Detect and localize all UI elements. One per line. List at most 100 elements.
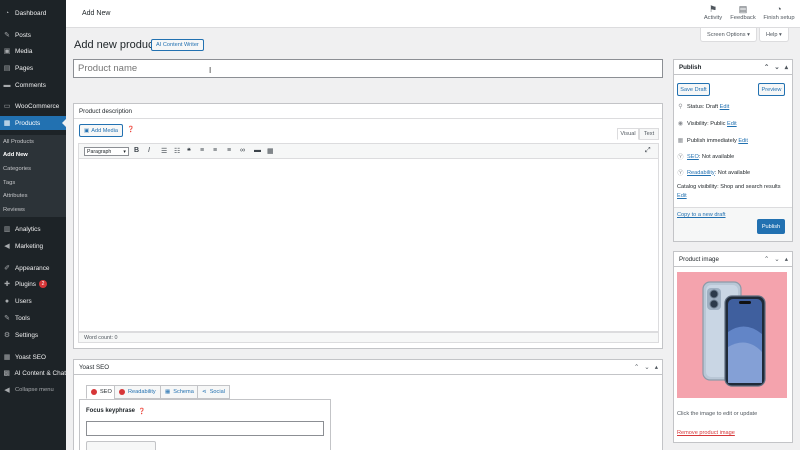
sidebar-item-plugins[interactable]: ✚ Plugins 2 [0, 277, 66, 291]
progress-ring-icon: ◔ [776, 4, 782, 14]
tab-seo[interactable]: SEO [86, 385, 117, 399]
sidebar-item-products[interactable]: ▦ Products [0, 116, 66, 130]
catalog-visibility-label: Catalog visibility: Shop and search resu… [677, 184, 781, 190]
feedback-button[interactable]: ▤ Feedback [728, 4, 758, 21]
sidebar-item-dashboard[interactable]: ◔ Dashboard [0, 6, 66, 20]
align-center-icon[interactable]: ≡ [213, 147, 217, 154]
readability-row: Ⓨ Readability: Not available [677, 169, 751, 178]
sidebar-item-tools[interactable]: ✎ Tools [0, 311, 66, 325]
help-button[interactable]: Help ▾ [759, 28, 789, 42]
sidebar-item-posts[interactable]: ✎ Posts [0, 28, 66, 42]
description-editor[interactable] [78, 159, 659, 332]
align-right-icon[interactable]: ≡ [227, 147, 231, 154]
visibility-row: ◉ Visibility: Public Edit [677, 120, 737, 128]
woocommerce-icon: ▭ [3, 103, 11, 110]
tab-schema[interactable]: ▦ Schema [160, 385, 199, 399]
sidebar-item-pages[interactable]: ▤ Pages [0, 61, 66, 75]
sidebar-item-woocommerce[interactable]: ▭ WooCommerce [0, 99, 66, 113]
align-left-icon[interactable]: ≡ [200, 147, 204, 154]
tab-social[interactable]: ⋖ Social [197, 385, 230, 399]
pin-icon: ⚲ [678, 104, 683, 110]
format-select[interactable]: Paragraph ▾ [84, 147, 129, 156]
tab-text[interactable]: Text [639, 128, 659, 140]
sidebar-item-marketing[interactable]: ◀ Marketing [0, 239, 66, 253]
bullet-list-icon[interactable]: ☰ [161, 147, 167, 155]
remove-product-image-link[interactable]: Remove product image [677, 430, 735, 436]
bold-icon[interactable]: B [134, 147, 139, 154]
readability-link[interactable]: Readability [687, 170, 715, 176]
edit-status-link[interactable]: Edit [720, 104, 730, 110]
move-down-icon[interactable]: ⌄ [774, 255, 779, 263]
image-edit-hint: Click the image to edit or update [677, 411, 758, 417]
publish-button[interactable]: Publish [757, 219, 785, 234]
product-name-input[interactable] [73, 59, 663, 78]
move-down-icon[interactable]: ⌄ [774, 63, 779, 71]
share-icon: ⋖ [202, 389, 207, 395]
seo-row: Ⓨ SEO: Not available [677, 153, 735, 162]
publish-date-row: ▦ Publish immediately Edit [677, 137, 748, 145]
italic-icon[interactable]: I [148, 147, 150, 154]
collapse-toggle-icon[interactable]: ▴ [785, 63, 788, 71]
sidebar-item-ai-content-chat[interactable]: ▩ AI Content & Chat [0, 366, 66, 380]
analytics-icon: ▥ [3, 226, 11, 233]
activity-button[interactable]: ⚑ Activity [698, 4, 728, 21]
copy-to-draft-link[interactable]: Copy to a new draft [677, 212, 726, 218]
sidebar-item-media[interactable]: ▣ Media [0, 44, 66, 58]
submenu-all-products[interactable]: All Products [0, 135, 66, 149]
help-icon[interactable]: ❓ [127, 126, 134, 133]
numbered-list-icon[interactable]: ☷ [174, 147, 180, 155]
tab-visual[interactable]: Visual [617, 128, 639, 140]
media-icon: ▣ [3, 48, 11, 55]
phone-image [702, 281, 766, 387]
dashboard-icon: ◔ [4, 9, 10, 17]
submenu-attributes[interactable]: Attributes [0, 189, 66, 203]
move-down-icon[interactable]: ⌄ [644, 363, 649, 371]
focus-help-icon[interactable]: ❓ [138, 408, 145, 415]
product-image-thumbnail[interactable] [677, 272, 787, 398]
sidebar-item-settings[interactable]: ⚙ Settings [0, 328, 66, 342]
sidebar-item-comments[interactable]: ▬ Comments [0, 78, 66, 92]
move-up-icon[interactable]: ⌃ [764, 255, 769, 263]
sidebar-item-analytics[interactable]: ▥ Analytics [0, 222, 66, 236]
more-tag-icon[interactable]: ▬ [254, 147, 261, 154]
move-up-icon[interactable]: ⌃ [764, 63, 769, 71]
sidebar-item-yoast-seo[interactable]: ▦ Yoast SEO [0, 350, 66, 364]
edit-catalog-visibility-link[interactable]: Edit [677, 193, 687, 199]
save-draft-button[interactable]: Save Draft [677, 83, 710, 96]
fullscreen-icon[interactable]: ⤢ [645, 147, 651, 155]
submenu-tags[interactable]: Tags [0, 176, 66, 190]
collapse-toggle-icon[interactable]: ▴ [655, 363, 658, 371]
link-icon[interactable]: ∞ [240, 147, 245, 154]
yoast-icon: ▦ [3, 354, 11, 361]
finish-setup-button[interactable]: ◔ Finish setup [762, 4, 796, 21]
get-related-keyphrases-button[interactable] [86, 441, 156, 450]
current-menu-arrow [62, 119, 66, 127]
focus-keyphrase-label: Focus keyphrase ❓ [86, 408, 146, 415]
tab-readability[interactable]: Readability [114, 385, 161, 399]
word-count: Word count: 0 [78, 332, 659, 343]
sidebar-item-appearance[interactable]: ✐ Appearance [0, 261, 66, 275]
sidebar-item-users[interactable]: ● Users [0, 294, 66, 308]
text-cursor-icon: I [209, 66, 212, 75]
screen-options-button[interactable]: Screen Options ▾ [700, 28, 757, 42]
move-up-icon[interactable]: ⌃ [634, 363, 639, 371]
submenu-categories[interactable]: Categories [0, 162, 66, 176]
edit-visibility-link[interactable]: Edit [727, 121, 737, 127]
focus-keyphrase-input[interactable] [86, 421, 324, 436]
yoast-seo-header: Yoast SEO ⌃ ⌄ ▴ [74, 360, 662, 375]
collapse-menu[interactable]: ◀ Collapse menu [0, 383, 66, 397]
submenu-add-new[interactable]: Add New [0, 149, 66, 163]
editor-toolbar: Paragraph ▾ B I ☰ ☷ ❝ ≡ ≡ ≡ ∞ ▬ ▦ ⤢ [78, 143, 659, 159]
submenu-reviews[interactable]: Reviews [0, 203, 66, 217]
seo-link[interactable]: SEO [687, 154, 699, 160]
calendar-icon: ▦ [677, 138, 684, 144]
collapse-toggle-icon[interactable]: ▴ [785, 255, 788, 263]
add-media-icon: ▣ [83, 127, 90, 134]
preview-button[interactable]: Preview [758, 83, 785, 96]
toolbar-toggle-icon[interactable]: ▦ [267, 147, 274, 155]
ai-content-writer-button[interactable]: AI Content Writer [151, 39, 204, 51]
schema-grid-icon: ▦ [165, 389, 171, 395]
add-media-button[interactable]: ▣ Add Media [79, 124, 123, 137]
edit-date-link[interactable]: Edit [738, 138, 748, 144]
quote-icon[interactable]: ❝ [187, 147, 191, 155]
